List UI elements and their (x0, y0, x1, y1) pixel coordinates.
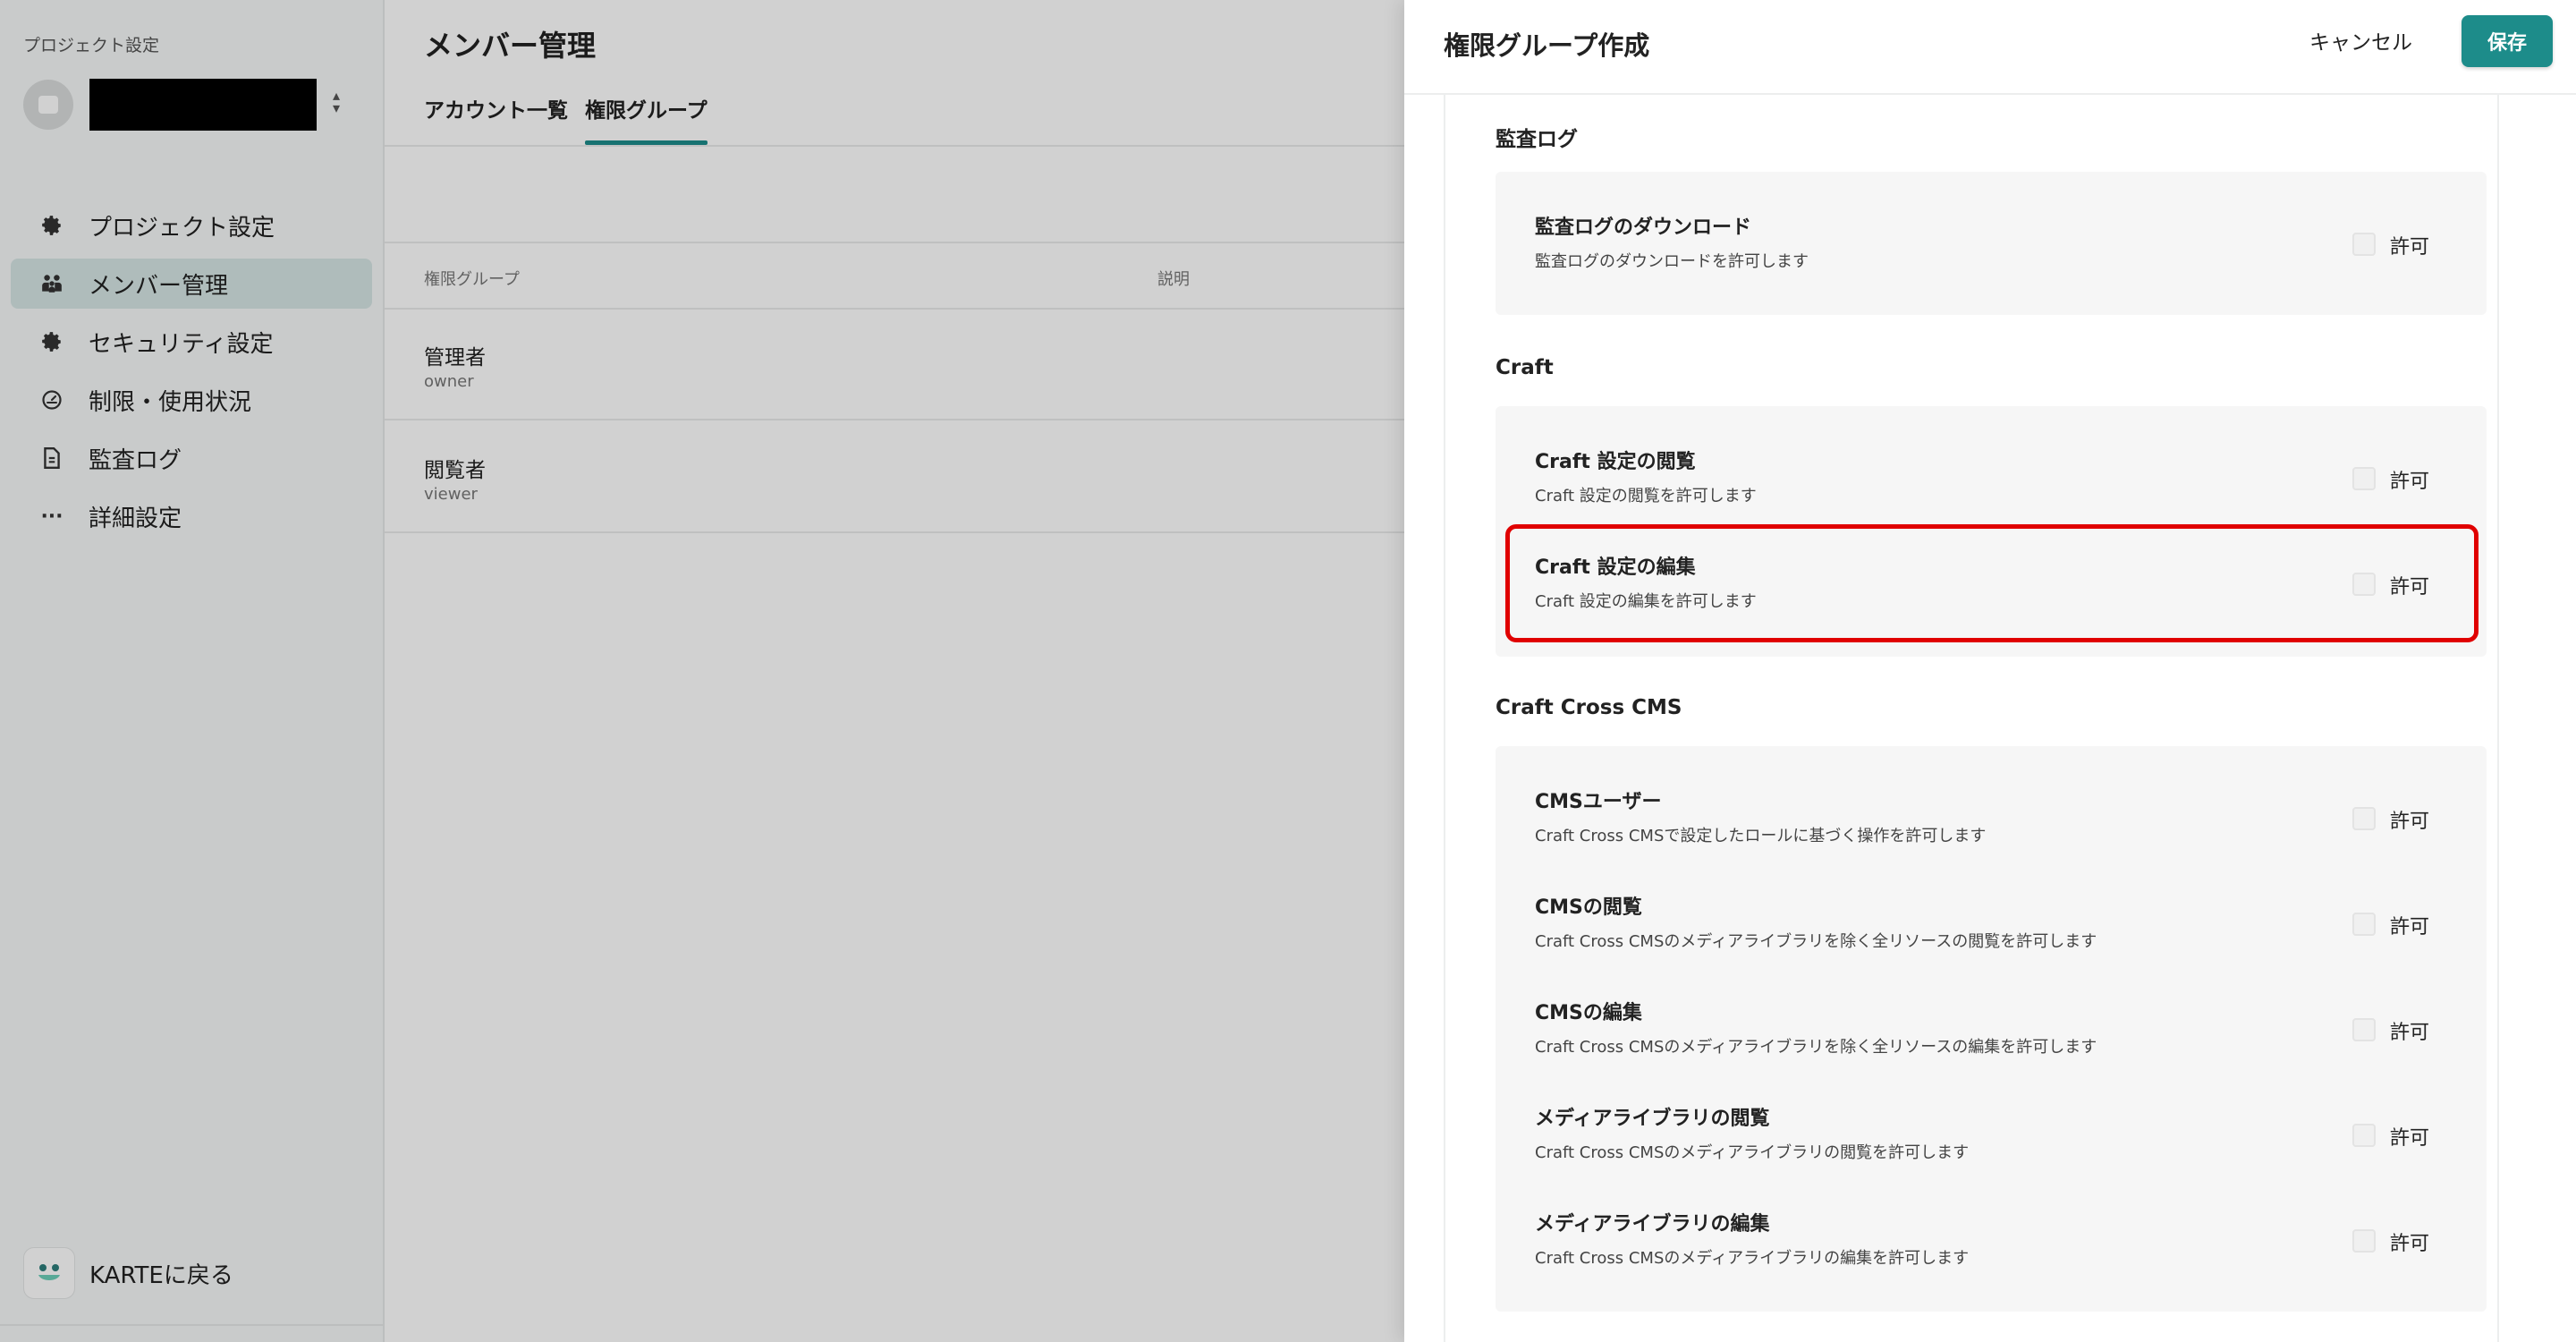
section-title-craft-cross-cms: Craft Cross CMS (1496, 696, 1682, 719)
allow-checkbox-label[interactable]: 許可 (2390, 911, 2429, 939)
allow-checkbox-label[interactable]: 許可 (2390, 805, 2429, 834)
permission-row: CMSの編集 Craft Cross CMSのメディアライブラリを除く全リソース… (1496, 975, 2487, 1081)
permission-description: 監査ログのダウンロードを許可します (1535, 252, 1809, 271)
allow-checkbox[interactable] (2352, 807, 2376, 830)
permission-title: CMSユーザー (1535, 791, 1662, 813)
create-permission-group-drawer: 権限グループ作成 キャンセル 保存 監査ログ 監査ログのダウンロード 監査ログの… (1404, 0, 2576, 1342)
allow-checkbox[interactable] (2352, 467, 2376, 490)
permission-description: Craft Cross CMSのメディアライブラリの編集を許可します (1535, 1249, 1970, 1268)
allow-checkbox-label[interactable]: 許可 (2390, 571, 2429, 599)
allow-checkbox[interactable] (2352, 1018, 2376, 1041)
permission-title: 監査ログのダウンロード (1535, 217, 1752, 239)
permission-description: Craft Cross CMSのメディアライブラリを除く全リソースの編集を許可し… (1535, 1038, 2097, 1057)
permission-row: CMSの閲覧 Craft Cross CMSのメディアライブラリを除く全リソース… (1496, 870, 2487, 975)
allow-checkbox-label[interactable]: 許可 (2390, 231, 2429, 259)
permission-title: CMSの編集 (1535, 1002, 1642, 1024)
permission-card-audit-log: 監査ログのダウンロード 監査ログのダウンロードを許可します 許可 (1496, 172, 2487, 315)
cancel-button[interactable]: キャンセル (2309, 25, 2412, 55)
allow-checkbox-label[interactable]: 許可 (2390, 1227, 2429, 1256)
permission-row: 監査ログのダウンロード 監査ログのダウンロードを許可します 許可 (1496, 190, 2487, 295)
save-button[interactable]: 保存 (2462, 15, 2553, 67)
allow-checkbox[interactable] (2352, 913, 2376, 936)
permission-description: Craft Cross CMSで設定したロールに基づく操作を許可します (1535, 827, 1987, 845)
permission-row: Craft 設定の編集 Craft 設定の編集を許可します 許可 (1496, 530, 2487, 635)
permission-row: メディアライブラリの編集 Craft Cross CMSのメディアライブラリの編… (1496, 1186, 2487, 1292)
modal-backdrop[interactable] (0, 0, 1404, 1342)
allow-checkbox[interactable] (2352, 573, 2376, 596)
allow-checkbox-label[interactable]: 許可 (2390, 1016, 2429, 1045)
permission-title: Craft 設定の編集 (1535, 556, 1696, 579)
allow-checkbox-label[interactable]: 許可 (2390, 465, 2429, 494)
permission-title: メディアライブラリの閲覧 (1535, 1108, 1770, 1130)
permission-row: メディアライブラリの閲覧 Craft Cross CMSのメディアライブラリの閲… (1496, 1081, 2487, 1186)
section-title-craft: Craft (1496, 356, 1554, 379)
permission-description: Craft 設定の編集を許可します (1535, 592, 1757, 611)
permission-description: Craft 設定の閲覧を許可します (1535, 487, 1757, 505)
permission-title: Craft 設定の閲覧 (1535, 451, 1696, 473)
allow-checkbox[interactable] (2352, 1124, 2376, 1147)
allow-checkbox[interactable] (2352, 233, 2376, 256)
permission-card-craft-cross-cms: CMSユーザー Craft Cross CMSで設定したロールに基づく操作を許可… (1496, 746, 2487, 1312)
allow-checkbox[interactable] (2352, 1229, 2376, 1253)
drawer-body: 監査ログ 監査ログのダウンロード 監査ログのダウンロードを許可します 許可 Cr… (1444, 95, 2499, 1342)
drawer-header: 権限グループ作成 キャンセル 保存 (1404, 0, 2576, 95)
permission-title: メディアライブラリの編集 (1535, 1213, 1770, 1236)
permission-row: Craft 設定の閲覧 Craft 設定の閲覧を許可します 許可 (1496, 424, 2487, 530)
permission-row: CMSユーザー Craft Cross CMSで設定したロールに基づく操作を許可… (1496, 764, 2487, 870)
section-title-audit-log: 監査ログ (1496, 128, 1578, 151)
permission-card-craft: Craft 設定の閲覧 Craft 設定の閲覧を許可します 許可 Craft 設… (1496, 406, 2487, 657)
permission-description: Craft Cross CMSのメディアライブラリの閲覧を許可します (1535, 1143, 1970, 1162)
permission-title: CMSの閲覧 (1535, 896, 1642, 919)
drawer-title: 権限グループ作成 (1444, 30, 1650, 61)
allow-checkbox-label[interactable]: 許可 (2390, 1122, 2429, 1151)
permission-description: Craft Cross CMSのメディアライブラリを除く全リソースの閲覧を許可し… (1535, 932, 2097, 951)
